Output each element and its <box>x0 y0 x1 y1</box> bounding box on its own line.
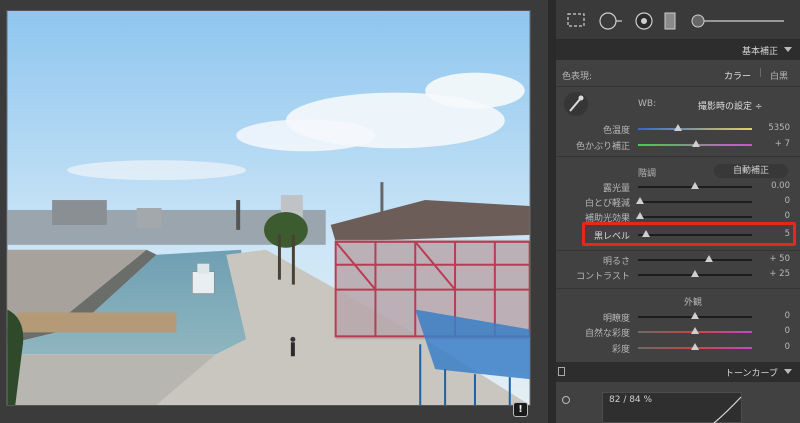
tone-curve-graph[interactable]: 82 / 84 % <box>602 392 742 423</box>
treatment-label: 色表現: <box>562 72 593 82</box>
divider <box>556 250 800 251</box>
slider-label-recovery: 白とび軽減 <box>584 199 630 209</box>
lightroom-window: ! 基本補正 色表現: カラー | 白黒 WB: 撮影時の設定 ÷ 色温度 53… <box>0 0 800 423</box>
slider-label-brightness: 明るさ <box>602 257 630 267</box>
graduated-filter-icon[interactable] <box>662 12 678 30</box>
temp-slider-thumb[interactable] <box>674 124 682 131</box>
photo-preview <box>6 10 531 406</box>
slider-label-temp: 色温度 <box>602 126 630 136</box>
panel-divider[interactable] <box>548 0 556 423</box>
slider-label-contrast: コントラスト <box>576 272 630 282</box>
tint-slider-thumb[interactable] <box>692 140 700 147</box>
warning-icon[interactable]: ! <box>513 402 528 417</box>
section-toggle-icon[interactable] <box>558 367 565 376</box>
eyedropper-icon <box>569 95 584 112</box>
collapse-triangle-icon[interactable] <box>784 47 792 52</box>
slider-value-vibrance[interactable]: 0 <box>754 326 790 336</box>
basic-section-header[interactable]: 基本補正 <box>556 40 800 60</box>
recovery-slider-thumb[interactable] <box>636 197 644 204</box>
contrast-slider-thumb[interactable] <box>691 270 699 277</box>
wb-dropdown[interactable]: 撮影時の設定 ÷ <box>698 99 762 112</box>
vibrance-slider-thumb[interactable] <box>691 327 699 334</box>
slider-label-exposure: 露光量 <box>602 184 630 194</box>
red-eye-icon[interactable] <box>634 12 654 30</box>
slider-value-clarity[interactable]: 0 <box>754 311 790 321</box>
treatment-color-option[interactable]: カラー <box>724 69 751 82</box>
slider-value-brightness[interactable]: + 50 <box>754 254 790 264</box>
slider-value-fill-light[interactable]: 0 <box>754 211 790 221</box>
highlight-box <box>582 222 796 246</box>
tool-strip <box>556 0 800 40</box>
exposure-slider-thumb[interactable] <box>691 182 699 189</box>
slider-value-contrast[interactable]: + 25 <box>754 269 790 279</box>
temp-slider-track[interactable] <box>638 128 752 130</box>
treatment-separator: | <box>759 68 763 78</box>
slider-label-saturation: 彩度 <box>611 345 630 355</box>
tone-curve-section-header[interactable]: トーンカーブ <box>556 362 800 382</box>
slider-value-exposure[interactable]: 0.00 <box>754 181 790 191</box>
crop-icon[interactable] <box>566 12 586 28</box>
curve-line <box>713 396 742 423</box>
fill-light-slider-track[interactable] <box>638 216 752 218</box>
slider-label-clarity: 明瞭度 <box>602 314 630 324</box>
slider-label-vibrance: 自然な彩度 <box>584 329 630 339</box>
clarity-slider-thumb[interactable] <box>691 312 699 319</box>
adjustment-brush-icon[interactable] <box>690 12 786 30</box>
photo-preview-area: ! <box>0 0 548 423</box>
wb-label: WB: <box>638 99 657 109</box>
white-balance-picker[interactable] <box>564 92 588 116</box>
brightness-slider-track[interactable] <box>638 259 752 261</box>
divider <box>556 288 800 289</box>
tone-curve-title: トーンカーブ <box>724 369 778 379</box>
slider-value-saturation[interactable]: 0 <box>754 342 790 352</box>
brightness-slider-thumb[interactable] <box>705 255 713 262</box>
tone-label: 階調 <box>638 169 657 179</box>
divider <box>556 86 800 87</box>
target-adjust-icon[interactable] <box>562 396 570 404</box>
develop-panel: 基本補正 色表現: カラー | 白黒 WB: 撮影時の設定 ÷ 色温度 5350… <box>556 0 800 423</box>
slider-label-tint: 色かぶり補正 <box>575 142 630 152</box>
saturation-slider-thumb[interactable] <box>691 343 699 350</box>
treatment-bw-option[interactable]: 白黒 <box>770 69 788 82</box>
recovery-slider-track[interactable] <box>638 201 752 203</box>
auto-tone-button[interactable]: 自動補正 <box>714 164 788 178</box>
spot-removal-icon[interactable] <box>598 12 624 30</box>
collapse-triangle-icon[interactable] <box>784 369 792 374</box>
slider-value-temp[interactable]: 5350 <box>754 123 790 133</box>
presence-label: 外観 <box>684 298 703 308</box>
divider <box>556 156 800 157</box>
slider-value-recovery[interactable]: 0 <box>754 196 790 206</box>
section-title: 基本補正 <box>741 47 778 57</box>
fill-light-slider-thumb[interactable] <box>636 212 644 219</box>
slider-value-tint[interactable]: + 7 <box>754 139 790 149</box>
